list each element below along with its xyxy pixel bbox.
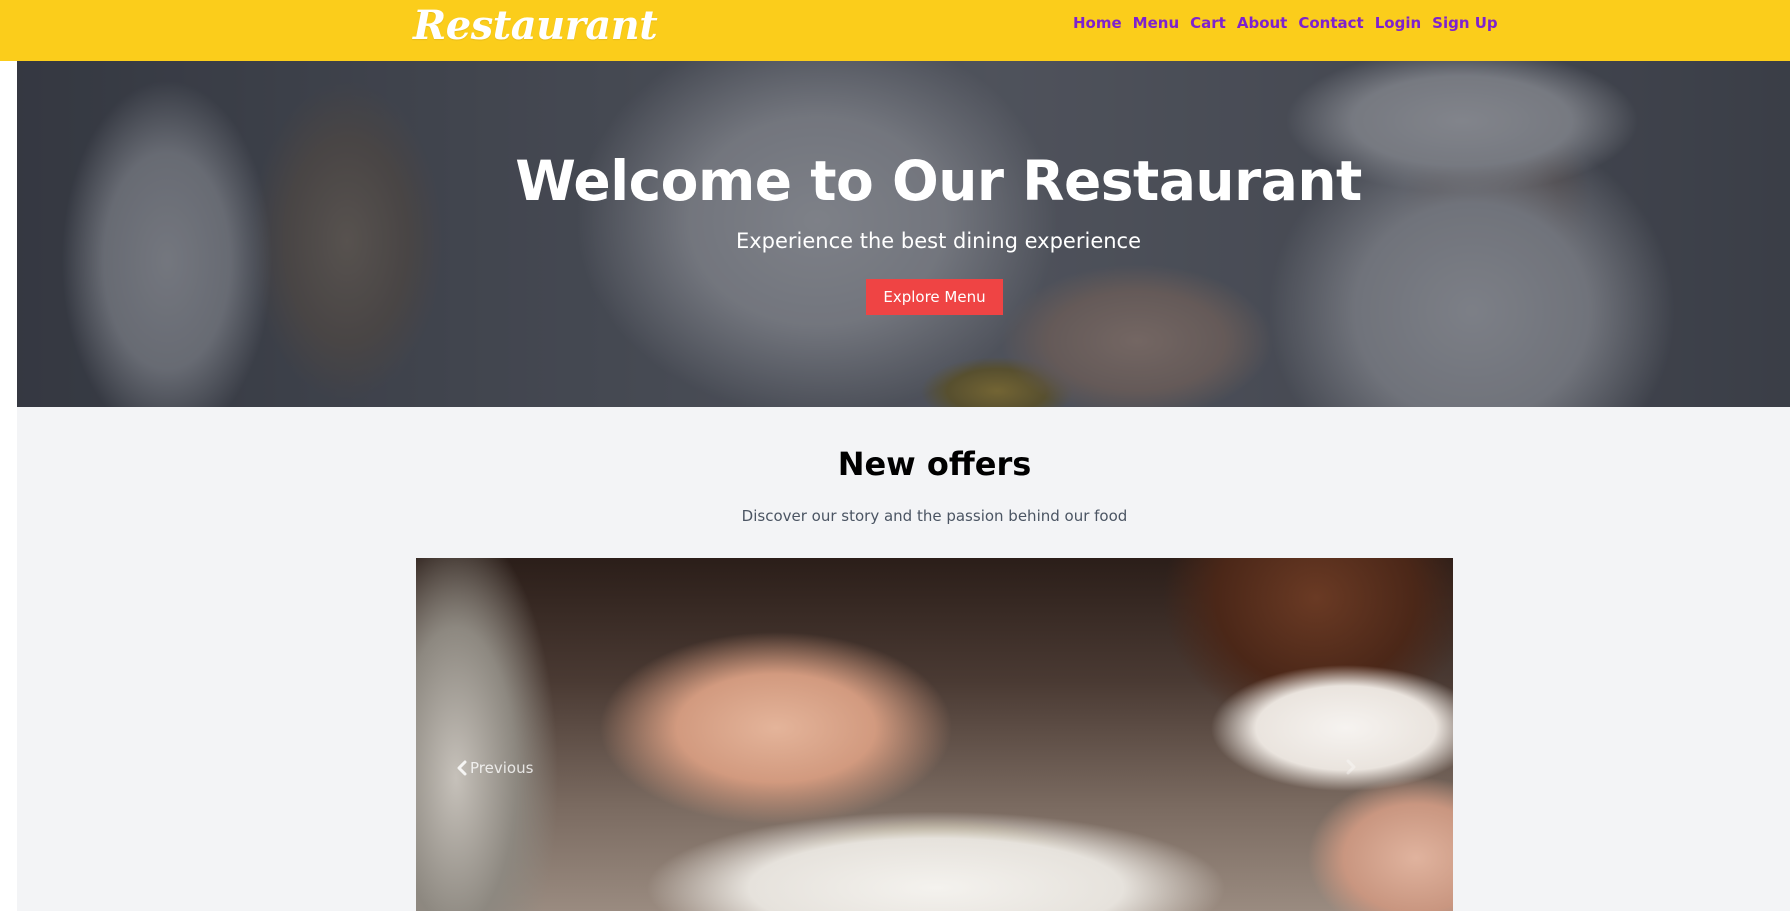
carousel-previous-button[interactable]: Previous	[456, 759, 533, 777]
nav-link-about[interactable]: About	[1237, 14, 1288, 32]
offers-title: New offers	[837, 445, 1032, 483]
logo[interactable]: Restaurant	[413, 2, 658, 49]
offers-carousel: Previous	[416, 558, 1453, 911]
nav-link-login[interactable]: Login	[1375, 14, 1421, 32]
offers-subtitle: Discover our story and the passion behin…	[741, 507, 1128, 525]
explore-menu-button[interactable]: Explore Menu	[866, 279, 1003, 315]
chevron-left-icon	[456, 760, 468, 776]
carousel-next-button[interactable]	[1345, 759, 1357, 779]
nav-link-cart[interactable]: Cart	[1190, 14, 1226, 32]
nav-link-contact[interactable]: Contact	[1298, 14, 1363, 32]
hero-title: Welcome to Our Restaurant	[515, 149, 1362, 213]
carousel-slide-image	[416, 558, 1453, 911]
hero-section: Welcome to Our Restaurant Experience the…	[17, 61, 1790, 407]
carousel-previous-label: Previous	[470, 759, 534, 777]
chevron-right-icon	[1345, 759, 1357, 779]
nav-link-home[interactable]: Home	[1073, 14, 1122, 32]
offers-section: New offers Discover our story and the pa…	[17, 407, 1790, 911]
page: Restaurant Home Menu Cart About Contact …	[0, 0, 1790, 911]
nav-link-signup[interactable]: Sign Up	[1432, 14, 1498, 32]
hero-subtitle: Experience the best dining experience	[735, 229, 1142, 253]
navbar: Restaurant Home Menu Cart About Contact …	[0, 0, 1790, 61]
nav-link-menu[interactable]: Menu	[1133, 14, 1179, 32]
nav-links: Home Menu Cart About Contact Login Sign …	[1073, 14, 1498, 32]
